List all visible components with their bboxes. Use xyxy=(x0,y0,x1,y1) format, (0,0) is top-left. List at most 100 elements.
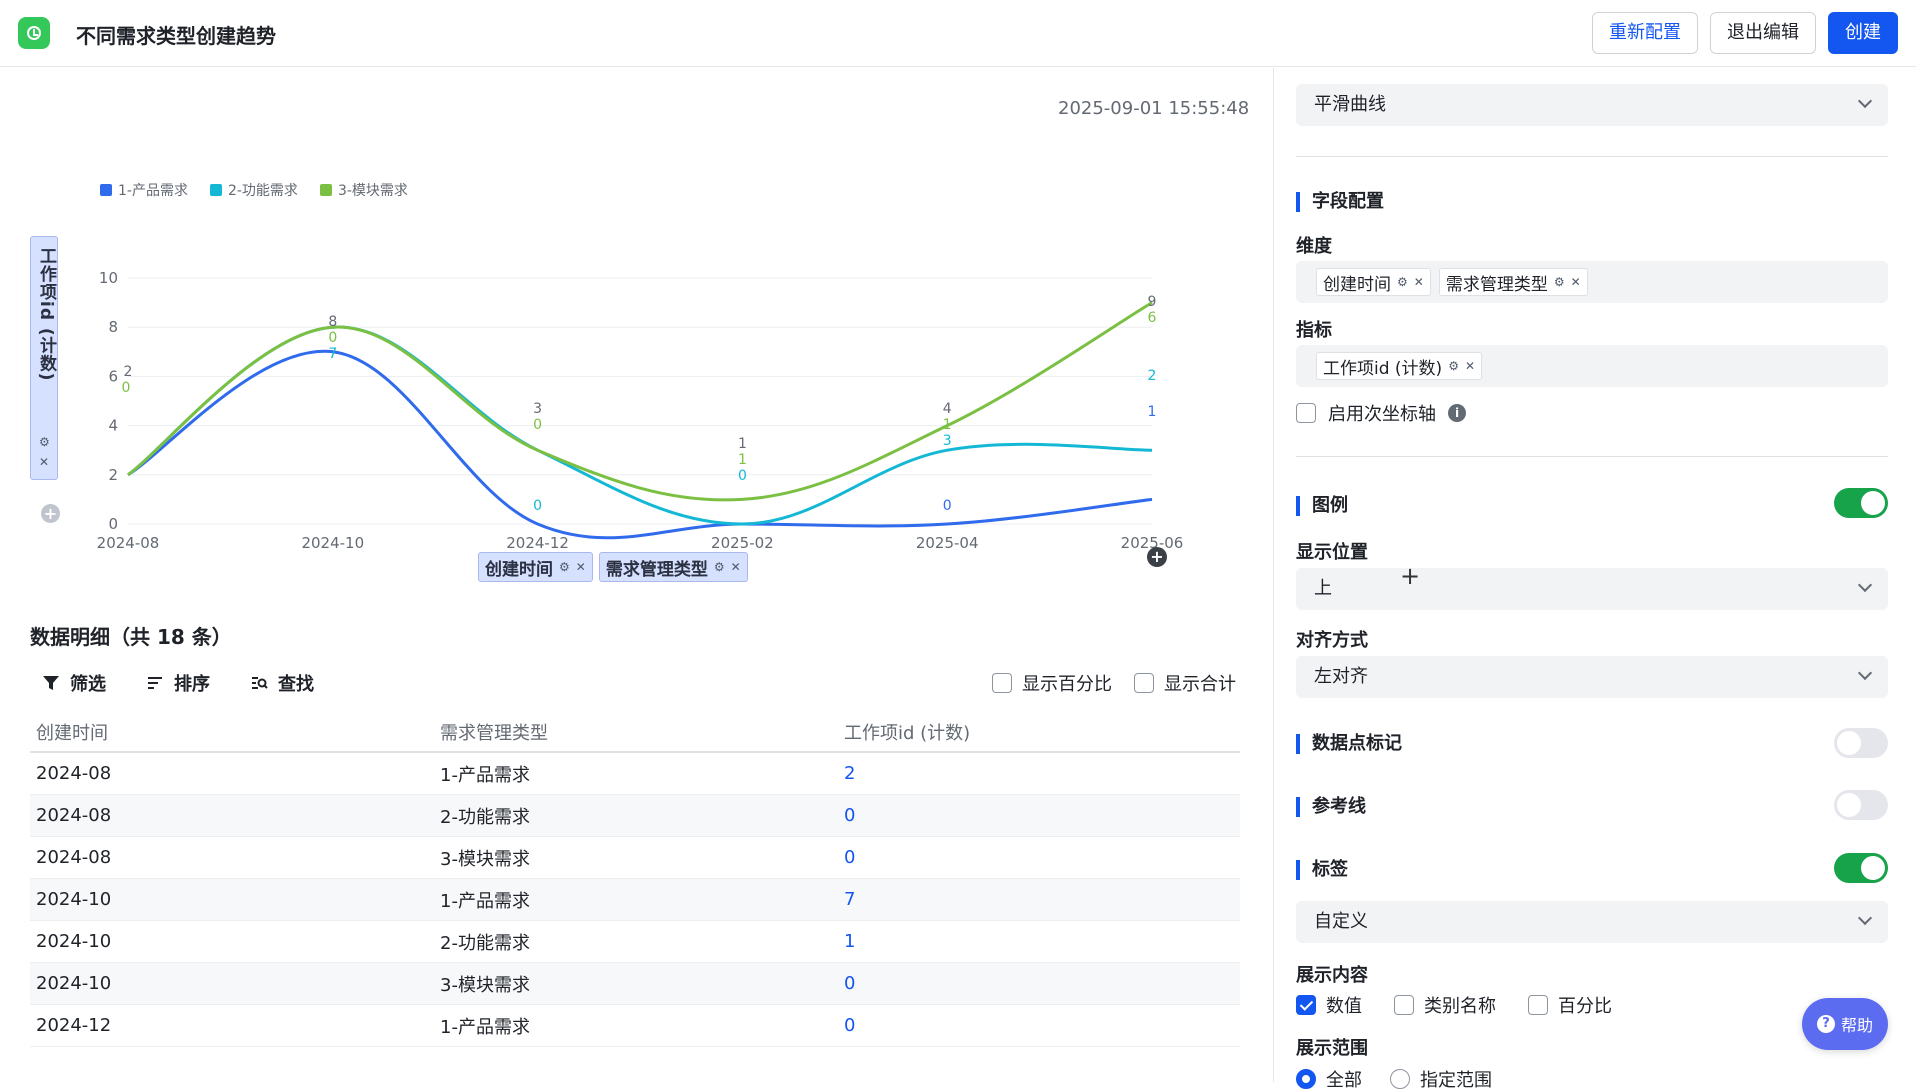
table-cell: 2-功能需求 xyxy=(440,806,530,828)
legend-swatch xyxy=(209,184,222,196)
column-header[interactable]: 创建时间 xyxy=(30,719,434,745)
add-x-field-icon[interactable]: + xyxy=(1147,547,1167,567)
range-custom-radio[interactable]: 指定范围 xyxy=(1390,1066,1492,1092)
legend-toggle[interactable] xyxy=(1834,488,1888,518)
content-value-checkbox[interactable]: 数值 xyxy=(1296,992,1362,1018)
gear-icon[interactable]: ⚙ xyxy=(1448,359,1459,373)
table-cell-link[interactable]: 1 xyxy=(838,931,1238,952)
filter-button[interactable]: 筛选 xyxy=(42,670,106,696)
x-tick-label: 2024-08 xyxy=(97,534,160,552)
table-cell-link[interactable]: 0 xyxy=(838,847,1238,868)
labels-toggle[interactable] xyxy=(1834,853,1888,883)
y-tick-label: 2 xyxy=(108,466,118,484)
reset-config-button[interactable]: 重新配置 xyxy=(1592,12,1698,54)
checkbox-box[interactable] xyxy=(1134,673,1154,693)
table-cell: 1-产品需求 xyxy=(440,764,530,786)
x-field-tag-created-time[interactable]: 创建时间 ⚙ ✕ xyxy=(478,552,593,582)
table-cell-link[interactable]: 0 xyxy=(838,973,1238,994)
radio-dot[interactable] xyxy=(1390,1069,1410,1089)
close-icon[interactable]: ✕ xyxy=(1414,275,1424,289)
line-chart: 02468102024-08 2024-10 2024-12 2025-02 2025-… xyxy=(97,269,1184,552)
close-icon[interactable]: ✕ xyxy=(731,560,741,574)
x-field-tag-demand-type[interactable]: 需求管理类型 ⚙ ✕ xyxy=(598,552,748,582)
field-config-title: 字段配置 xyxy=(1296,192,1384,212)
help-button[interactable]: ? 帮助 xyxy=(1802,998,1888,1050)
legend-item-3[interactable]: 3-模块需求 xyxy=(319,180,408,200)
metric-chip[interactable]: 工作项id (计数) ⚙ ✕ xyxy=(1316,352,1483,380)
close-icon[interactable]: ✕ xyxy=(576,560,586,574)
column-header[interactable]: 工作项id (计数) xyxy=(838,719,1238,745)
y-tick-label: 6 xyxy=(108,367,118,385)
table-header: 创建时间 需求管理类型 工作项id (计数) xyxy=(30,713,1240,753)
align-label: 对齐方式 xyxy=(1296,630,1368,651)
search-button[interactable]: 查找 xyxy=(250,670,314,696)
x-field-label: 创建时间 xyxy=(485,559,553,580)
toggle-knob xyxy=(1837,793,1861,817)
checkbox-box[interactable] xyxy=(1296,403,1316,423)
legend-item-2[interactable]: 2-功能需求 xyxy=(209,180,298,200)
labels-section-title: 标签 xyxy=(1296,860,1348,880)
legend-position-select[interactable]: 上 xyxy=(1296,568,1888,610)
metric-field-box[interactable]: 工作项id (计数) ⚙ ✕ xyxy=(1296,345,1888,387)
secondary-axis-checkbox[interactable]: 启用次坐标轴 i xyxy=(1296,400,1466,426)
x-tick-label: 2024-10 xyxy=(301,534,364,552)
dimension-chip[interactable]: 创建时间 ⚙ ✕ xyxy=(1316,268,1431,296)
checkbox-box[interactable] xyxy=(992,673,1012,693)
close-icon[interactable]: ✕ xyxy=(1571,275,1581,289)
legend-swatch xyxy=(319,184,332,196)
dimension-chip[interactable]: 需求管理类型 ⚙ ✕ xyxy=(1438,268,1588,296)
close-icon[interactable]: ✕ xyxy=(1465,359,1475,373)
data-label: 9 xyxy=(1148,294,1157,310)
show-percent-checkbox[interactable]: 显示百分比 xyxy=(992,670,1112,696)
legend-item-1[interactable]: 1-产品需求 xyxy=(100,180,188,200)
exit-edit-button[interactable]: 退出编辑 xyxy=(1710,12,1816,54)
metric-label: 指标 xyxy=(1296,320,1332,341)
show-total-label: 显示合计 xyxy=(1164,674,1236,695)
gear-icon[interactable]: ⚙ xyxy=(714,560,725,574)
show-percent-label: 显示百分比 xyxy=(1022,674,1112,695)
checkbox-box[interactable] xyxy=(1394,995,1414,1015)
gear-icon[interactable]: ⚙ xyxy=(559,560,570,574)
table-cell-link[interactable]: 2 xyxy=(838,763,1238,784)
reference-line-toggle[interactable] xyxy=(1834,790,1888,820)
close-icon[interactable]: ✕ xyxy=(39,455,49,469)
y-axis-field-tag[interactable]: 工作项id (计数) ⚙ ✕ xyxy=(30,236,58,480)
detail-title: 数据明细（共 18 条） xyxy=(30,625,232,649)
radio-dot[interactable] xyxy=(1296,1069,1316,1089)
detail-table: 创建时间 需求管理类型 工作项id (计数) 2024-08 1-产品需求 2 … xyxy=(30,713,1240,1047)
table-cell-link[interactable]: 0 xyxy=(838,1015,1238,1036)
create-button[interactable]: 创建 xyxy=(1828,12,1898,54)
checkbox-box[interactable] xyxy=(1296,995,1316,1015)
markers-section-title: 数据点标记 xyxy=(1296,734,1402,754)
dimension-field-box[interactable]: 创建时间 ⚙ ✕ 需求管理类型 ⚙ ✕ xyxy=(1296,261,1888,303)
gear-icon[interactable]: ⚙ xyxy=(1397,275,1408,289)
legend-align-select[interactable]: 左对齐 xyxy=(1296,656,1888,698)
content-percent-checkbox[interactable]: 百分比 xyxy=(1528,992,1612,1018)
legend-align-value: 左对齐 xyxy=(1314,666,1368,687)
content-category-checkbox[interactable]: 类别名称 xyxy=(1394,992,1496,1018)
add-y-field-icon[interactable]: + xyxy=(41,504,60,523)
chart-preview-panel: 2025-09-01 15:55:48 1-产品需求 2-功能需求 3-模块需求… xyxy=(0,68,1272,1082)
timestamp: 2025-09-01 15:55:48 xyxy=(1058,98,1250,119)
checkbox-box[interactable] xyxy=(1528,995,1548,1015)
label-mode-select[interactable]: 自定义 xyxy=(1296,901,1888,943)
table-cell-link[interactable]: 7 xyxy=(838,889,1238,910)
page-title: 不同需求类型创建趋势 xyxy=(76,24,276,48)
sort-button[interactable]: 排序 xyxy=(146,670,210,696)
data-label: 1 xyxy=(738,436,747,452)
markers-toggle[interactable] xyxy=(1834,728,1888,758)
sort-label: 排序 xyxy=(174,674,210,695)
range-all-radio[interactable]: 全部 xyxy=(1296,1066,1362,1092)
table-cell-link[interactable]: 0 xyxy=(838,805,1238,826)
gear-icon[interactable]: ⚙ xyxy=(39,435,50,449)
show-total-checkbox[interactable]: 显示合计 xyxy=(1134,670,1236,696)
chevron-down-icon xyxy=(1857,910,1873,926)
filter-icon xyxy=(43,676,59,690)
data-label: 0 xyxy=(533,498,542,514)
info-icon[interactable]: i xyxy=(1448,404,1466,422)
table-cell: 2024-10 xyxy=(36,973,112,994)
y-tick-label: 0 xyxy=(108,515,118,533)
chart-style-select[interactable]: 平滑曲线 xyxy=(1296,84,1888,126)
gear-icon[interactable]: ⚙ xyxy=(1554,275,1565,289)
column-header[interactable]: 需求管理类型 xyxy=(434,719,838,745)
